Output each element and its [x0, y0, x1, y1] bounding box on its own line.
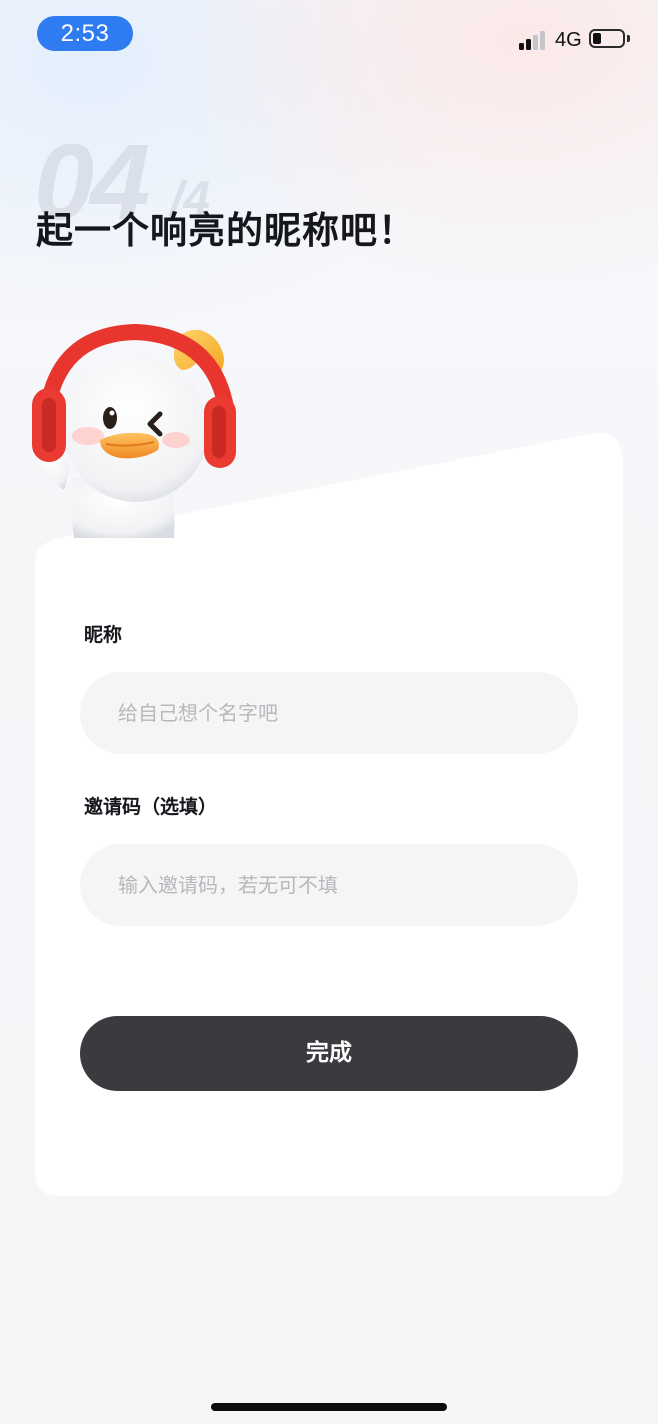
invite-code-input[interactable]	[80, 844, 578, 926]
home-indicator	[211, 1403, 447, 1411]
invite-code-label: 邀请码（选填）	[84, 796, 218, 818]
done-button[interactable]: 完成	[80, 1016, 578, 1091]
nickname-label: 昵称	[84, 624, 123, 646]
nickname-input[interactable]	[80, 672, 578, 754]
duck-mascot-with-headphones-icon	[32, 323, 236, 538]
